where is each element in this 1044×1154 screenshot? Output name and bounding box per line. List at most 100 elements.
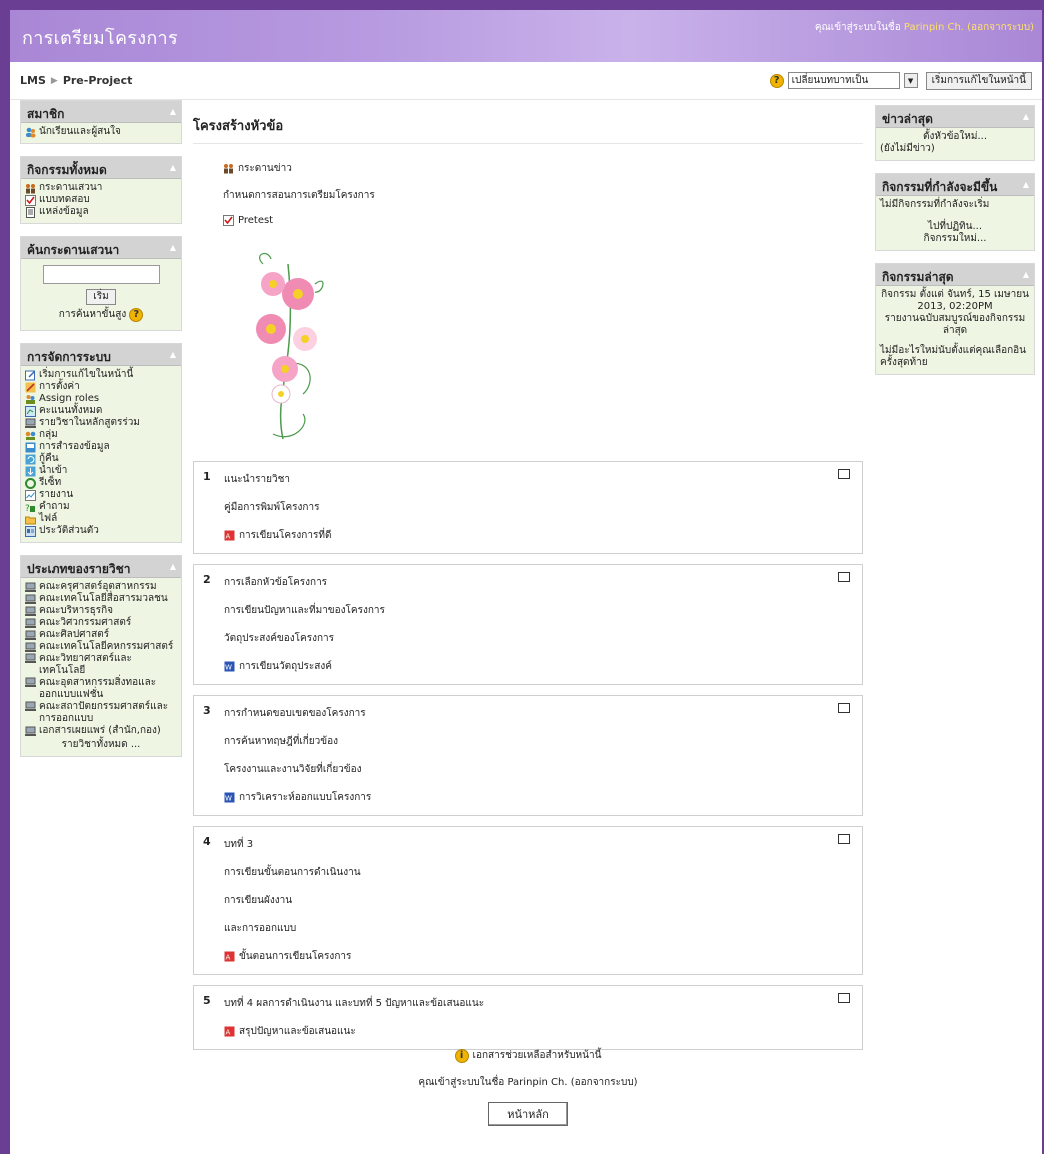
home-button[interactable]: หน้าหลัก — [488, 1102, 568, 1126]
course-icon — [25, 677, 36, 687]
admin-item-import[interactable]: นำเข้า — [25, 465, 177, 477]
search-button[interactable]: เริ่ม — [86, 289, 116, 305]
help-icon[interactable]: ? — [129, 308, 144, 322]
category-label: คณะสถาปัตยกรรมศาสตร์และการออกแบบ — [39, 701, 169, 724]
new-event-link[interactable]: กิจกรรมใหม่... — [880, 233, 1030, 245]
profile-icon — [25, 525, 36, 537]
category-item[interactable]: คณะศิลปศาสตร์ — [25, 629, 177, 641]
section-resource-link[interactable]: A การเขียนโครงการที่ดี — [224, 528, 862, 543]
admin-item-files[interactable]: ไฟล์ — [25, 513, 177, 525]
collapse-icon[interactable]: ▲ — [170, 350, 176, 359]
category-item[interactable]: คณะวิศวกรรมศาสตร์ — [25, 617, 177, 629]
recent-body: กิจกรรม ตั้งแต่ จันทร์, 15 เมษายน 2013, … — [876, 286, 1034, 374]
group-icon — [26, 127, 36, 137]
activity-item-quiz[interactable]: แบบทดสอบ — [25, 194, 177, 206]
collapse-icon[interactable]: ▲ — [170, 562, 176, 571]
advanced-search-link[interactable]: การค้นหาขั้นสูง — [59, 309, 126, 321]
section-label: บทที่ 4 ผลการดำเนินงาน และบทที่ 5 ปัญหาแ… — [224, 998, 485, 1009]
help-docs-link[interactable]: เอกสารช่วยเหลือสำหรับหน้านี้ — [473, 1048, 602, 1063]
reset-icon — [25, 477, 36, 489]
svg-text:A: A — [226, 954, 231, 962]
category-item[interactable]: คณะอุตสาหกรรมสิ่งทอและออกแบบแฟชั่น — [25, 677, 177, 701]
category-item[interactable]: คณะวิทยาศาสตร์และเทคโนโลยี — [25, 653, 177, 677]
intro-section: กระดานข่าว กำหนดการสอนการเตรียมโครงการ P… — [193, 144, 863, 447]
forum-icon — [26, 183, 35, 193]
pretest-link[interactable]: Pretest — [223, 215, 863, 226]
admin-item-profile[interactable]: ประวัติส่วนตัว — [25, 525, 177, 537]
category-item[interactable]: คณะบริหารธุรกิจ — [25, 605, 177, 617]
news-forum-link[interactable]: กระดานข่าว — [223, 161, 863, 176]
moodle-page: การเตรียมโครงการ คุณเข้าสู่ระบบในชื่อ Pa… — [10, 10, 1042, 1154]
flower-decoration-image — [256, 252, 324, 440]
breadcrumb-root[interactable]: LMS — [20, 74, 46, 87]
reports-icon — [25, 489, 36, 501]
member-item[interactable]: นักเรียนและผู้สนใจ — [25, 126, 177, 138]
logout-link[interactable]: (ออกจากระบบ) — [967, 22, 1034, 33]
admin-item-metacourse[interactable]: รายวิชาในหลักสูตรร่วม — [25, 417, 177, 429]
block-title: กิจกรรมที่กำลังจะมีขึ้น ▲ — [876, 174, 1034, 196]
topic-section-5: 5 บทที่ 4 ผลการดำเนินงาน และบทที่ 5 ปัญห… — [193, 985, 863, 1050]
category-item[interactable]: คณะครุศาสตร์อุตสาหกรรม — [25, 581, 177, 593]
section-number: 3 — [203, 704, 211, 717]
admin-label: รายงาน — [39, 489, 74, 500]
all-courses-link[interactable]: รายวิชาทั้งหมด ... — [25, 739, 177, 751]
admin-item-groups[interactable]: กลุ่ม — [25, 429, 177, 441]
section-resource-link[interactable]: A ขั้นตอนการเขียนโครงการ — [224, 949, 862, 964]
category-item[interactable]: คณะสถาปัตยกรรมศาสตร์และการออกแบบ — [25, 701, 177, 725]
backup-icon — [25, 442, 36, 452]
admin-label: การสำรองข้อมูล — [39, 441, 110, 452]
admin-item-reset[interactable]: รีเซ็ท — [25, 477, 177, 489]
course-icon — [25, 726, 36, 736]
admin-item-roles[interactable]: Assign roles — [25, 393, 177, 405]
collapse-icon[interactable]: ▲ — [170, 163, 176, 172]
category-label: คณะวิศวกรรมศาสตร์ — [39, 617, 132, 628]
course-icon — [25, 582, 36, 592]
section-resource-link[interactable]: W การเขียนวัตถุประสงค์ — [224, 659, 862, 674]
admin-item-grades[interactable]: คะแนนทั้งหมด — [25, 405, 177, 417]
admin-item-backup[interactable]: การสำรองข้อมูล — [25, 441, 177, 453]
admin-item-reports[interactable]: รายงาน — [25, 489, 177, 501]
show-only-section-toggle[interactable] — [838, 834, 850, 844]
activities-block: กิจกรรมทั้งหมด ▲ กระดานเสวนา แบบทดสอบ แห… — [20, 156, 182, 224]
block-title-text: กิจกรรมที่กำลังจะมีขึ้น — [882, 180, 998, 194]
activity-item-forum[interactable]: กระดานเสวนา — [25, 182, 177, 194]
activity-item-resource[interactable]: แหล่งข้อมูล — [25, 206, 177, 218]
add-topic-link[interactable]: ตั้งหัวข้อใหม่... — [880, 131, 1030, 143]
section-label: และการออกแบบ — [224, 923, 297, 934]
admin-label: คำถาม — [39, 501, 70, 512]
admin-item-questions[interactable]: ? คำถาม — [25, 501, 177, 513]
admin-item-settings[interactable]: การตั้งค่า — [25, 381, 177, 393]
breadcrumb-current: Pre-Project — [62, 74, 133, 87]
block-title: ประเภทของรายวิชา ▲ — [21, 556, 181, 578]
category-item[interactable]: เอกสารเผยแพร่ (สำนัก,กอง) — [25, 725, 177, 737]
section-resource-link[interactable]: A สรุปปัญหาและข้อเสนอแนะ — [224, 1024, 862, 1039]
site-title[interactable]: การเตรียมโครงการ — [22, 23, 178, 52]
role-select[interactable]: เปลี่ยนบทบาทเป็น — [787, 72, 900, 89]
search-input[interactable] — [42, 265, 160, 284]
block-title-text: ค้นกระดานเสวนา — [27, 243, 120, 257]
block-title: ข่าวล่าสุด ▲ — [876, 106, 1034, 128]
section-resource-link[interactable]: W การวิเคราะห์ออกแบบโครงการ — [224, 790, 862, 805]
activities-list: กระดานเสวนา แบบทดสอบ แหล่งข้อมูล — [21, 179, 181, 223]
help-icon[interactable]: ? — [769, 73, 784, 88]
collapse-icon[interactable]: ▲ — [1023, 270, 1029, 279]
quiz-icon — [25, 194, 36, 206]
category-label: เอกสารเผยแพร่ (สำนัก,กอง) — [39, 725, 161, 736]
show-only-section-toggle[interactable] — [838, 469, 850, 479]
show-only-section-toggle[interactable] — [838, 572, 850, 582]
show-only-section-toggle[interactable] — [838, 993, 850, 1003]
full-report-link[interactable]: รายงานฉบับสมบูรณ์ของกิจกรรมล่าสุด — [880, 313, 1030, 337]
category-item[interactable]: คณะเทคโนโลยีสื่อสารมวลชน — [25, 593, 177, 605]
category-item[interactable]: คณะเทคโนโลยีคหกรรมศาสตร์ — [25, 641, 177, 653]
user-link[interactable]: Parinpin Ch. — [904, 22, 964, 33]
edit-page-button[interactable]: เริ่มการแก้ไขในหน้านี้ — [925, 71, 1032, 90]
collapse-icon[interactable]: ▲ — [1023, 180, 1029, 189]
admin-item-edit[interactable]: เริ่มการแก้ไขในหน้านี้ — [25, 369, 177, 381]
calendar-link[interactable]: ไปที่ปฏิทิน... — [880, 221, 1030, 233]
collapse-icon[interactable]: ▲ — [1023, 112, 1029, 121]
chevron-down-icon[interactable]: ▼ — [903, 73, 918, 88]
collapse-icon[interactable]: ▲ — [170, 243, 176, 252]
show-only-section-toggle[interactable] — [838, 703, 850, 713]
admin-item-restore[interactable]: กู้คืน — [25, 453, 177, 465]
collapse-icon[interactable]: ▲ — [170, 107, 176, 116]
